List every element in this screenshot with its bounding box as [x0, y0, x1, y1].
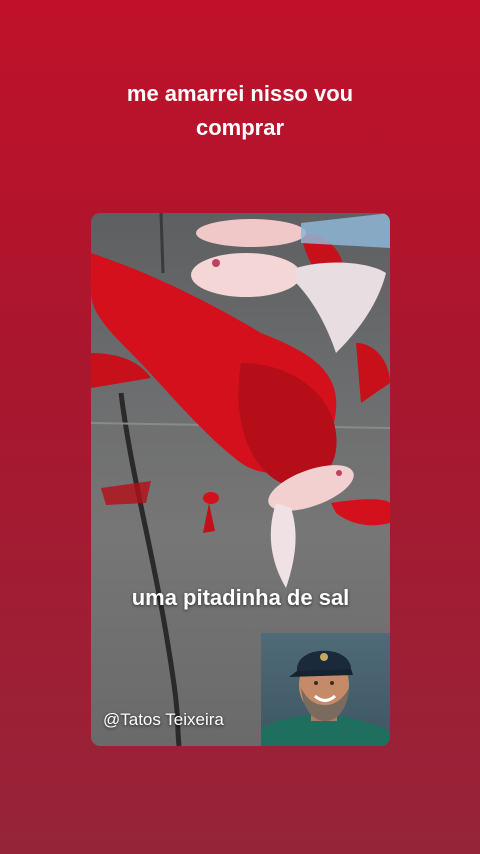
caption-line-2: comprar	[195, 115, 285, 140]
caption-line-1: me amarrei nisso vou	[126, 81, 354, 106]
creator-handle[interactable]: @Tatos Teixeira	[103, 710, 224, 730]
person-avatar	[261, 650, 390, 746]
video-overlay-text: uma pitadinha de sal	[131, 585, 350, 610]
reaction-camera	[261, 633, 390, 746]
video-player[interactable]: uma pitadinha de sal @Tatos Teixeira	[91, 213, 390, 746]
post-caption: me amarrei nisso vou comprar	[0, 77, 480, 145]
